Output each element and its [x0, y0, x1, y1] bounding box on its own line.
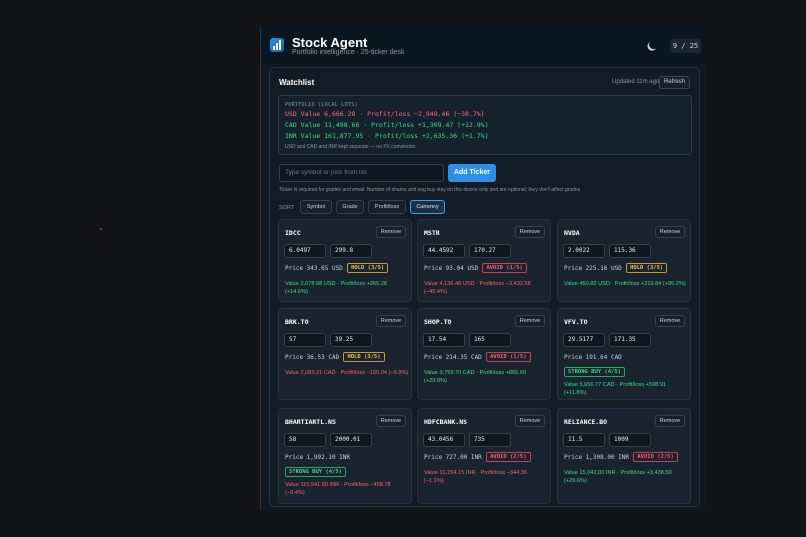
grade-badge: AVOID (2/5): [486, 452, 531, 462]
sort-profit-loss-button[interactable]: Profit/loss: [368, 200, 406, 214]
grade-badge: HOLD (3/5): [343, 352, 385, 362]
ticker-symbol: NVDA: [564, 229, 580, 237]
price-text: Price 1,992.10 INR: [285, 454, 351, 461]
value-profit-loss: Value 31,294.15 INR · Profit/loss −344.3…: [424, 470, 527, 484]
ticker-symbol: BRK.TO: [285, 318, 309, 326]
chart-logo-icon: [270, 38, 284, 52]
portfolio-usd: USD Value 6,666.28 · Profit/loss −2,948.…: [285, 110, 485, 118]
avg-buy-input[interactable]: 299.8: [330, 244, 372, 258]
sort-symbol-button[interactable]: Symbol: [300, 200, 332, 214]
value-profit-loss: Value 4,136.48 USD · Profit/loss −3,433.…: [424, 281, 531, 295]
price-text: Price 36.53 CAD: [285, 354, 340, 361]
ticker-card: NVDA Remove 2.0022 115.36 Price 225.16 USD HO…: [557, 219, 691, 302]
grade-badge: STRONG BUY (4/5): [285, 467, 346, 477]
ticker-symbol: VFV.TO: [564, 318, 588, 326]
value-profit-loss: Value 3,759.70 CAD · Profit/loss +865.60…: [424, 370, 527, 384]
sort-label: SORT: [279, 205, 295, 211]
moon-icon[interactable]: [648, 39, 660, 51]
ticker-symbol: IDCC: [285, 229, 301, 237]
shares-input[interactable]: 57: [284, 333, 326, 347]
grade-badge: AVOID (1/5): [486, 352, 531, 362]
value-profit-loss: Value 15,042.00 INR · Profit/loss +3,438…: [564, 470, 672, 484]
price-text: Price 93.04 USD: [424, 265, 479, 272]
watchlist-panel: Watchlist Updated 11m ago Refresh PORTFO…: [269, 67, 700, 507]
price-text: Price 727.00 INR: [424, 454, 482, 461]
grade-badge: HOLD (3/5): [347, 263, 389, 273]
avg-buy-input[interactable]: 1009: [609, 433, 651, 447]
ticker-card: VFV.TO Remove 29.5177 171.35 Price 191.64 CA…: [557, 308, 691, 400]
shares-input[interactable]: 17.54: [423, 333, 465, 347]
app-subtitle: Portfolio intelligence · 25-ticker desk: [292, 49, 405, 56]
add-hint: Ticker is required for grades and email.…: [279, 187, 582, 193]
grade-badge: AVOID (1/5): [482, 263, 527, 273]
grade-badge: STRONG BUY (4/5): [564, 367, 625, 377]
shares-input[interactable]: 43.0456: [423, 433, 465, 447]
ticker-symbol: SHOP.TO: [424, 318, 452, 326]
ticker-card: RELIANCE.BO Remove 11.5 1009 Price 1,308.00 …: [557, 408, 691, 504]
value-profit-loss: Value 2,078.98 USD · Profit/loss +265.28…: [285, 281, 388, 295]
price-text: Price 343.65 USD: [285, 265, 343, 272]
app-window: Stock Agent Portfolio intelligence · 25-…: [260, 27, 706, 510]
remove-button[interactable]: Remove: [515, 226, 545, 238]
price-text: Price 191.64 CAD: [564, 354, 622, 361]
value-profit-loss: Value 2,082.21 CAD · Profit/loss −155.04…: [285, 370, 409, 376]
avg-buy-input[interactable]: 171.35: [609, 333, 651, 347]
grade-badge: AVOID (2/5): [633, 452, 678, 462]
shares-input[interactable]: 2.0022: [563, 244, 605, 258]
portfolio-heading: PORTFOLIO (LOCAL LOTS): [285, 102, 358, 108]
ticker-card: SHOP.TO Remove 17.54 165 Price 214.35 CAD AVO…: [417, 308, 551, 400]
avg-buy-input[interactable]: 170.27: [469, 244, 511, 258]
portfolio-cad: CAD Value 11,498.68 · Profit/loss +1,309…: [285, 121, 489, 129]
symbol-input[interactable]: Type symbol or pick from list: [279, 164, 444, 182]
shares-input[interactable]: 58: [284, 433, 326, 447]
app-header: Stock Agent Portfolio intelligence · 25-…: [261, 27, 706, 63]
app-title: Stock Agent: [292, 35, 368, 50]
ticker-counter: 9 / 25: [670, 39, 701, 53]
remove-button[interactable]: Remove: [655, 226, 685, 238]
updated-timestamp: Updated 11m ago: [612, 79, 660, 85]
ticker-symbol: RELIANCE.BO: [564, 418, 608, 426]
shares-input[interactable]: 44.4592: [423, 244, 465, 258]
price-text: Price 214.35 CAD: [424, 354, 482, 361]
ticker-card: IDCC Remove 6.0497 299.8 Price 343.65 USD HOL…: [278, 219, 412, 302]
shares-input[interactable]: 29.5177: [563, 333, 605, 347]
value-profit-loss: Value 115,541.80 INR · Profit/loss −458.…: [285, 482, 391, 496]
value-profit-loss: Value 5,656.77 CAD · Profit/loss +598.91…: [564, 382, 667, 396]
ticker-symbol: BHARTIARTL.NS: [285, 418, 336, 426]
avg-buy-input[interactable]: 165: [469, 333, 511, 347]
remove-button[interactable]: Remove: [515, 415, 545, 427]
remove-button[interactable]: Remove: [376, 226, 406, 238]
avg-buy-input[interactable]: 735: [469, 433, 511, 447]
value-profit-loss: Value 450.82 USD · Profit/loss +219.84 (…: [564, 281, 686, 287]
shares-input[interactable]: 11.5: [563, 433, 605, 447]
portfolio-inr: INR Value 161,877.95 · Profit/loss +2,63…: [285, 132, 489, 140]
cursor-dot: [100, 228, 102, 230]
portfolio-summary: PORTFOLIO (LOCAL LOTS) USD Value 6,666.2…: [278, 95, 692, 155]
watchlist-title: Watchlist: [279, 78, 315, 87]
ticker-symbol: MSTR: [424, 229, 440, 237]
remove-button[interactable]: Remove: [376, 415, 406, 427]
ticker-card: BHARTIARTL.NS Remove 58 2000.01 Price 1,992.…: [278, 408, 412, 504]
shares-input[interactable]: 6.0497: [284, 244, 326, 258]
ticker-card: BRK.TO Remove 57 39.25 Price 36.53 CAD HOLD (…: [278, 308, 412, 400]
ticker-card: MSTR Remove 44.4592 170.27 Price 93.04 USD AV…: [417, 219, 551, 302]
ticker-card: HDFCBANK.NS Remove 43.0456 735 Price 727.00 …: [417, 408, 551, 504]
add-ticker-button[interactable]: Add Ticker: [448, 164, 496, 182]
price-text: Price 225.16 USD: [564, 265, 622, 272]
sort-grade-button[interactable]: Grade: [336, 200, 364, 214]
price-text: Price 1,308.00 INR: [564, 454, 630, 461]
portfolio-note: USD and CAD and INR kept separate — no F…: [285, 144, 417, 150]
remove-button[interactable]: Remove: [376, 315, 406, 327]
avg-buy-input[interactable]: 2000.01: [330, 433, 372, 447]
remove-button[interactable]: Remove: [655, 415, 685, 427]
avg-buy-input[interactable]: 39.25: [330, 333, 372, 347]
sort-currency-button[interactable]: Currency: [410, 200, 445, 214]
refresh-button[interactable]: Refresh: [659, 76, 690, 89]
grade-badge: HOLD (3/5): [626, 263, 668, 273]
ticker-symbol: HDFCBANK.NS: [424, 418, 468, 426]
remove-button[interactable]: Remove: [655, 315, 685, 327]
avg-buy-input[interactable]: 115.36: [609, 244, 651, 258]
remove-button[interactable]: Remove: [515, 315, 545, 327]
